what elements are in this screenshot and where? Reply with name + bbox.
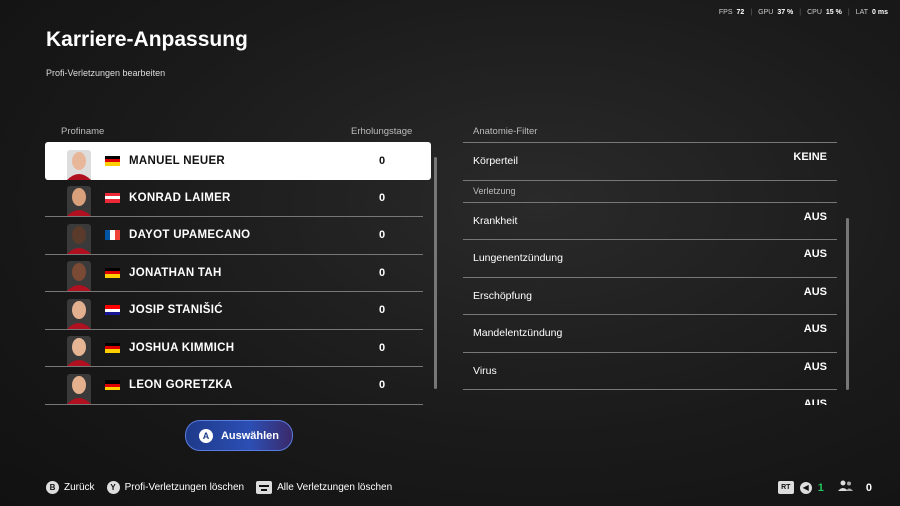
player-avatar <box>67 149 91 180</box>
player-row[interactable]: JOSHUA KIMMICH 0 <box>45 330 423 367</box>
filter-value: AUS <box>803 360 827 373</box>
filter-toggle-row[interactable]: Mandelentzündung AUS <box>463 314 837 352</box>
filter-label: Virus <box>473 364 497 377</box>
filter-header: Anatomie-Filter <box>473 126 538 137</box>
a-button-icon: A <box>198 428 213 443</box>
player-row[interactable]: LEON GORETZKA 0 <box>45 367 423 405</box>
player-name: MANUEL NEUER <box>129 154 226 167</box>
back-label: Zurück <box>64 482 95 493</box>
back-hint[interactable]: B Zurück <box>46 481 95 494</box>
column-header-name: Profiname <box>61 126 105 137</box>
gpu-value: 37 % <box>777 9 794 16</box>
filter-value: KEINE <box>793 151 827 163</box>
player-name: JOSIP STANIŠIĆ <box>129 304 223 317</box>
select-button-label: Auswählen <box>220 429 280 442</box>
player-avatar <box>67 336 91 366</box>
flag-icon <box>105 305 120 316</box>
flag-icon <box>105 230 120 241</box>
recovery-days: 0 <box>379 191 386 204</box>
filter-label: Körperteil <box>473 155 518 168</box>
flag-icon <box>105 155 120 166</box>
filter-panel: Körperteil KEINE Verletzung Krankheit AUS… <box>463 142 837 405</box>
online-count: 1 <box>817 481 824 494</box>
column-header-days: Erholungstage <box>351 126 413 137</box>
clear-injuries-hint[interactable]: Y Profi-Verletzungen löschen <box>106 481 245 494</box>
player-list: MANUEL NEUER 0 KONRAD LAIMER 0 DAYOT UPAMECA… <box>45 142 431 405</box>
recovery-days: 0 <box>379 304 386 317</box>
flag-icon <box>105 342 120 353</box>
fps-value: 72 <box>736 9 745 16</box>
arrow-left-icon: ◀ <box>799 481 812 494</box>
filter-label: Erschöpfung <box>473 289 532 302</box>
player-avatar <box>67 373 91 404</box>
filter-label: Mandelentzündung <box>473 327 563 340</box>
party-count: 0 <box>865 481 872 494</box>
filter-label: Krankheit <box>473 214 518 227</box>
filter-toggle-row[interactable]: AUS <box>463 389 837 405</box>
view-button-icon <box>256 481 273 494</box>
player-list-scrollbar[interactable] <box>434 157 437 389</box>
player-name: JONATHAN TAH <box>129 266 222 279</box>
recovery-days: 0 <box>379 154 386 167</box>
lat-label: LAT <box>855 9 869 16</box>
fps-label: FPS <box>718 9 733 16</box>
cpu-value: 15 % <box>825 9 842 16</box>
player-row[interactable]: JONATHAN TAH 0 <box>45 255 423 292</box>
filter-scrollbar[interactable] <box>846 218 849 390</box>
filter-value: AUS <box>803 210 827 223</box>
recovery-days: 0 <box>379 379 386 392</box>
player-avatar <box>67 223 91 254</box>
recovery-days: 0 <box>379 229 386 242</box>
filter-value: AUS <box>803 285 827 298</box>
page-title: Karriere-Anpassung <box>46 28 248 51</box>
filter-toggle-row[interactable]: Lungenentzündung AUS <box>463 239 837 277</box>
player-name: KONRAD LAIMER <box>129 191 231 204</box>
clear-injuries-label: Profi-Verletzungen löschen <box>124 482 245 493</box>
player-name: LEON GORETZKA <box>129 379 233 392</box>
player-avatar <box>67 186 91 216</box>
player-row[interactable]: JOSIP STANIŠIĆ 0 <box>45 292 423 330</box>
page-subtitle: Profi-Verletzungen bearbeiten <box>46 68 166 78</box>
filter-value: AUS <box>803 398 827 405</box>
filter-value: AUS <box>803 323 827 335</box>
recovery-days: 0 <box>379 266 386 279</box>
flag-icon <box>105 267 120 278</box>
gpu-label: GPU <box>758 9 774 16</box>
friends-icon <box>837 480 854 495</box>
recovery-days: 0 <box>379 341 386 354</box>
filter-row-body-part[interactable]: Körperteil KEINE <box>463 142 837 180</box>
filter-section-injury: Verletzung <box>463 179 837 202</box>
select-button[interactable]: A Auswählen <box>185 420 293 451</box>
performance-overlay: FPS 72 | GPU 37 % | CPU 15 % | LAT 0 ms <box>718 9 888 16</box>
y-button-icon: Y <box>106 481 120 494</box>
player-name: DAYOT UPAMECANO <box>129 229 251 242</box>
player-avatar <box>67 261 91 291</box>
flag-icon <box>105 192 120 203</box>
flag-icon <box>105 380 120 391</box>
clear-all-injuries-label: Alle Verletzungen löschen <box>277 482 393 493</box>
player-row[interactable]: KONRAD LAIMER 0 <box>45 180 423 217</box>
player-name: JOSHUA KIMMICH <box>129 341 235 354</box>
lat-value: 0 ms <box>872 9 888 16</box>
player-avatar <box>67 298 91 329</box>
footer-status: RT ◀ 1 0 <box>777 480 872 495</box>
filter-label: Lungenentzündung <box>473 252 563 265</box>
player-row[interactable]: MANUEL NEUER 0 <box>45 142 431 180</box>
rt-button-icon: RT <box>777 481 794 494</box>
filter-toggle-row[interactable]: Virus AUS <box>463 351 837 390</box>
filter-toggle-row[interactable]: Erschöpfung AUS <box>463 276 837 315</box>
clear-all-injuries-hint[interactable]: Alle Verletzungen löschen <box>256 481 392 494</box>
footer-hints: B Zurück Y Profi-Verletzungen löschen Al… <box>46 481 392 494</box>
filter-toggle-row[interactable]: Krankheit AUS <box>463 201 837 240</box>
b-button-icon: B <box>46 481 59 494</box>
cpu-label: CPU <box>807 9 822 16</box>
filter-value: AUS <box>803 248 827 260</box>
player-row[interactable]: DAYOT UPAMECANO 0 <box>45 217 423 255</box>
